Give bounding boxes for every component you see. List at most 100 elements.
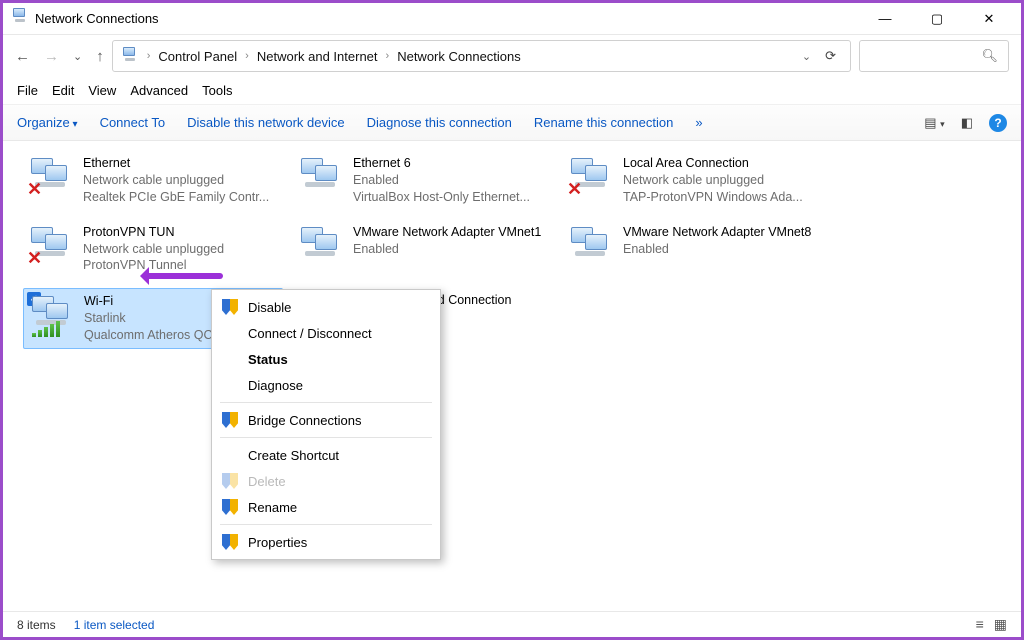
minimize-button[interactable]: — <box>865 5 905 33</box>
connection-item[interactable]: VMware Network Adapter VMnet1Enabled <box>293 220 553 279</box>
connection-status: Network cable unplugged <box>83 241 224 258</box>
connection-name: Ethernet 6 <box>353 155 530 172</box>
shield-icon <box>222 299 238 315</box>
content-area: ✕EthernetNetwork cable unpluggedRealtek … <box>3 141 1021 611</box>
ctx-label: Properties <box>248 535 307 550</box>
large-icons-view-icon[interactable]: ▦ <box>994 616 1007 633</box>
window-title: Network Connections <box>35 11 865 26</box>
shield-icon <box>222 499 238 515</box>
connection-status: Enabled <box>353 172 530 189</box>
up-button[interactable]: ↑ <box>96 48 104 65</box>
organize-button[interactable]: Organize <box>17 115 78 130</box>
connection-detail: ProtonVPN Tunnel <box>83 257 224 274</box>
separator <box>220 524 432 525</box>
shield-icon <box>222 534 238 550</box>
status-count: 8 items <box>17 618 56 632</box>
connection-status: Starlink <box>84 310 213 327</box>
ctx-label: Diagnose <box>248 378 303 393</box>
connection-status: Enabled <box>623 241 811 258</box>
ctx-diagnose[interactable]: Diagnose <box>212 372 440 398</box>
chevron-right-icon: › <box>386 50 390 62</box>
recent-dropdown[interactable]: ⌄ <box>73 50 82 63</box>
network-adapter-icon <box>567 224 615 268</box>
shield-icon <box>222 473 238 489</box>
view-options-icon[interactable]: ▤ ▾ <box>924 115 944 131</box>
connection-item[interactable]: ✕ EthernetNetwork cable unpluggedRealtek … <box>23 151 283 210</box>
connection-name: ProtonVPN TUN <box>83 224 224 241</box>
close-button[interactable]: ✕ <box>969 5 1009 33</box>
ctx-label: Status <box>248 352 288 367</box>
separator <box>220 402 432 403</box>
back-button[interactable]: ← <box>15 48 30 65</box>
ctx-label: Rename <box>248 500 297 515</box>
search-icon: 🔍︎ <box>981 48 998 64</box>
connection-item[interactable]: Ethernet 6EnabledVirtualBox Host-Only Et… <box>293 151 553 210</box>
connection-detail: TAP-ProtonVPN Windows Ada... <box>623 189 803 206</box>
breadcrumb-item[interactable]: Network and Internet <box>257 49 378 64</box>
connect-to-button[interactable]: Connect To <box>100 115 166 130</box>
menu-advanced[interactable]: Advanced <box>130 83 188 98</box>
history-dropdown-icon[interactable]: ⌄ <box>802 50 811 63</box>
ctx-connect-disconnect[interactable]: Connect / Disconnect <box>212 320 440 346</box>
disable-device-button[interactable]: Disable this network device <box>187 115 345 130</box>
connection-item[interactable]: ✕ Local Area ConnectionNetwork cable unpl… <box>563 151 823 210</box>
ctx-properties[interactable]: Properties <box>212 529 440 555</box>
menu-tools[interactable]: Tools <box>202 83 232 98</box>
ctx-delete: Delete <box>212 468 440 494</box>
connection-detail: Realtek PCIe GbE Family Contr... <box>83 189 269 206</box>
search-input[interactable]: 🔍︎ <box>859 40 1009 72</box>
app-icon <box>11 8 29 29</box>
connection-detail: Qualcomm Atheros QC <box>84 327 213 344</box>
connection-detail: VirtualBox Host-Only Ethernet... <box>353 189 530 206</box>
chevron-right-icon: › <box>245 50 249 62</box>
breadcrumb-icon <box>121 47 139 66</box>
network-adapter-icon: ✕ <box>567 155 615 199</box>
connection-name: VMware Network Adapter VMnet8 <box>623 224 811 241</box>
network-adapter-icon <box>297 155 345 199</box>
ctx-disable[interactable]: Disable <box>212 294 440 320</box>
annotation-arrow-wifi <box>143 273 223 279</box>
connection-item[interactable]: VMware Network Adapter VMnet8Enabled <box>563 220 823 279</box>
breadcrumb[interactable]: › Control Panel › Network and Internet ›… <box>112 40 851 72</box>
context-menu: Disable Connect / Disconnect Status Diag… <box>211 289 441 560</box>
network-adapter-icon: ✕ <box>27 155 75 199</box>
help-icon[interactable]: ? <box>989 114 1007 132</box>
network-adapter-icon <box>28 293 76 337</box>
connection-status: Enabled <box>353 241 541 258</box>
separator <box>220 437 432 438</box>
ctx-label: Bridge Connections <box>248 413 361 428</box>
breadcrumb-item[interactable]: Network Connections <box>397 49 521 64</box>
ctx-rename[interactable]: Rename <box>212 494 440 520</box>
network-adapter-icon <box>297 224 345 268</box>
overflow-button[interactable]: » <box>695 115 702 130</box>
connection-name: VMware Network Adapter VMnet1 <box>353 224 541 241</box>
ctx-bridge[interactable]: Bridge Connections <box>212 407 440 433</box>
ctx-label: Connect / Disconnect <box>248 326 372 341</box>
details-view-icon[interactable]: ≡ <box>976 616 984 633</box>
connection-item[interactable]: ✕ ProtonVPN TUNNetwork cable unpluggedPro… <box>23 220 283 279</box>
address-row: ← → ⌄ ↑ › Control Panel › Network and In… <box>3 35 1021 77</box>
toolbar: Organize Connect To Disable this network… <box>3 105 1021 141</box>
title-bar: Network Connections — ▢ ✕ <box>3 3 1021 35</box>
preview-pane-icon[interactable]: ◧ <box>961 115 973 131</box>
connection-name: Ethernet <box>83 155 269 172</box>
maximize-button[interactable]: ▢ <box>917 5 957 33</box>
network-adapter-icon: ✕ <box>27 224 75 268</box>
ctx-create-shortcut[interactable]: Create Shortcut <box>212 442 440 468</box>
status-bar: 8 items 1 item selected ≡ ▦ <box>3 611 1021 637</box>
forward-button[interactable]: → <box>44 48 59 65</box>
menu-file[interactable]: File <box>17 83 38 98</box>
connection-status: Network cable unplugged <box>83 172 269 189</box>
refresh-icon[interactable]: ⟳ <box>825 48 836 64</box>
shield-icon <box>222 412 238 428</box>
connection-status: Network cable unplugged <box>623 172 803 189</box>
diagnose-button[interactable]: Diagnose this connection <box>367 115 512 130</box>
connection-name: Wi-Fi <box>84 293 213 310</box>
rename-button[interactable]: Rename this connection <box>534 115 673 130</box>
menu-view[interactable]: View <box>88 83 116 98</box>
connection-name: Local Area Connection <box>623 155 803 172</box>
breadcrumb-item[interactable]: Control Panel <box>158 49 237 64</box>
menu-edit[interactable]: Edit <box>52 83 74 98</box>
ctx-label: Disable <box>248 300 291 315</box>
ctx-status[interactable]: Status <box>212 346 440 372</box>
